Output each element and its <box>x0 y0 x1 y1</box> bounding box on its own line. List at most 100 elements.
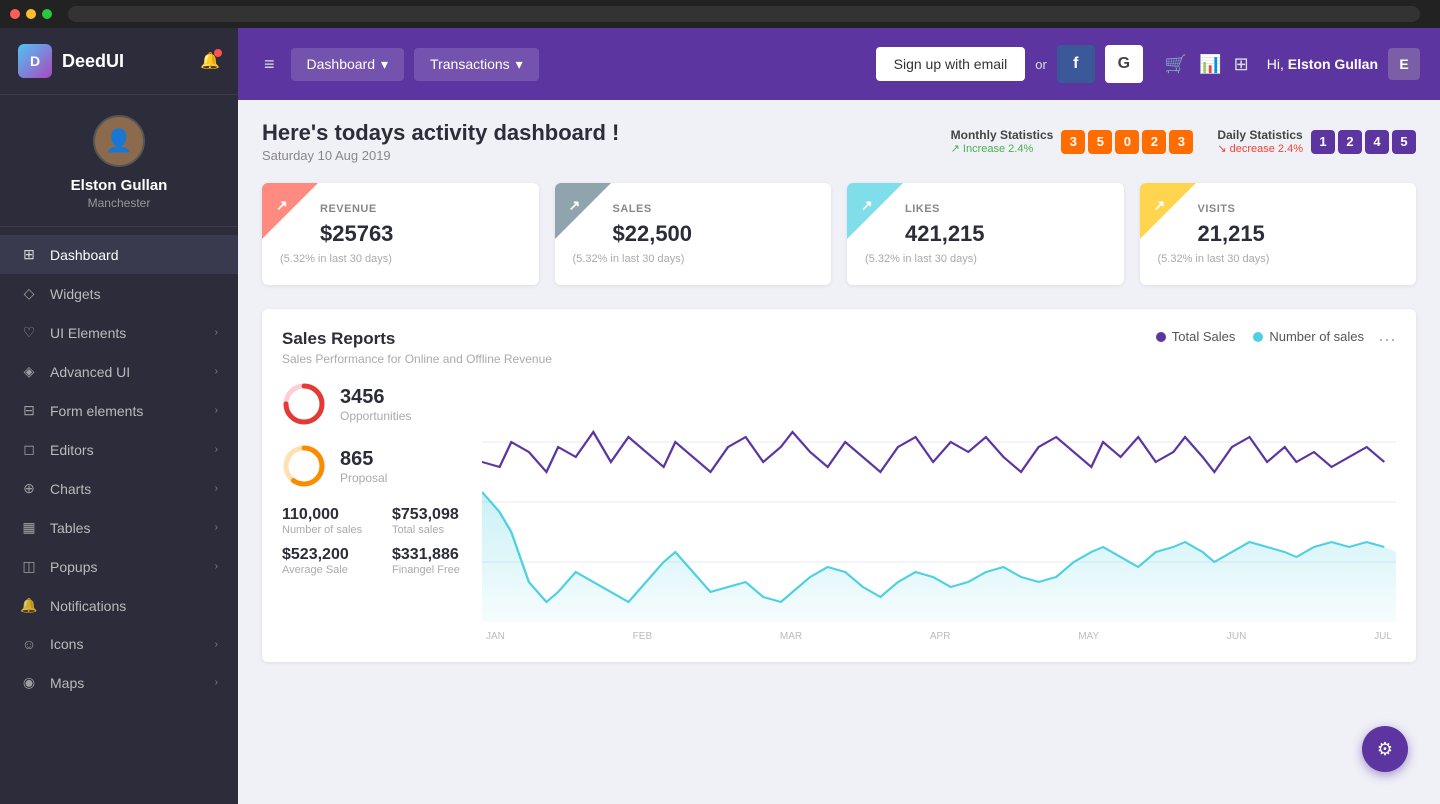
sidebar-item-maps[interactable]: ◉ Maps › <box>0 663 238 702</box>
sales-metric-main-opportunities: 3456 Opportunities <box>282 382 482 426</box>
nav-icon-tables: ▦ <box>20 519 38 536</box>
chevron-right-icon: › <box>215 561 218 572</box>
chevron-right-icon: › <box>215 366 218 377</box>
trend-arrow-visits: ↗ <box>1154 197 1166 214</box>
trend-up-icon: ↗ <box>951 143 960 155</box>
nav-icon-widgets: ◇ <box>20 285 38 302</box>
daily-stats-trend: ↘ decrease 2.4% <box>1217 142 1303 155</box>
sidebar-item-icons[interactable]: ☺ Icons › <box>0 625 238 663</box>
chart-x-label: JUL <box>1374 631 1392 642</box>
browser-url-bar <box>68 6 1420 22</box>
sidebar-city: Manchester <box>88 196 151 210</box>
sidebar-bell-button[interactable]: 🔔 <box>200 51 220 71</box>
app-container: D DeedUI 🔔 👤 Elston Gullan Manchester ⊞ … <box>0 28 1440 804</box>
sidebar-item-label: Maps <box>50 675 84 691</box>
chart-x-label: JUN <box>1227 631 1246 642</box>
browser-dot-red <box>10 9 20 19</box>
metric-sub-revenue: (5.32% in last 30 days) <box>280 253 521 265</box>
sidebar-item-dashboard[interactable]: ⊞ Dashboard <box>0 235 238 274</box>
dashboard-date: Saturday 10 Aug 2019 <box>262 148 951 163</box>
sidebar-item-ui-elements[interactable]: ♡ UI Elements › <box>0 313 238 352</box>
sidebar-item-label: Tables <box>50 520 90 536</box>
topbar-icon-group: 🛒 📊 ⊞ <box>1165 54 1249 75</box>
sales-more-options-button[interactable]: ··· <box>1378 329 1396 350</box>
transactions-nav-button[interactable]: Transactions ▾ <box>414 48 539 81</box>
sidebar-item-widgets[interactable]: ◇ Widgets <box>0 274 238 313</box>
google-icon: G <box>1118 55 1130 73</box>
topbar-user-avatar[interactable]: E <box>1388 48 1420 80</box>
sidebar-item-popups[interactable]: ◫ Popups › <box>0 547 238 586</box>
topbar-or-text: or <box>1035 57 1047 72</box>
browser-bar <box>0 0 1440 28</box>
daily-stats-digits: 1245 <box>1311 130 1416 154</box>
metric-name-opportunities: Opportunities <box>340 409 411 423</box>
legend-dot-cyan <box>1253 332 1263 342</box>
chevron-down-icon: ▾ <box>516 56 523 73</box>
chevron-right-icon: › <box>215 405 218 416</box>
bell-notification-dot <box>214 49 222 57</box>
donut-chart-proposal <box>282 444 326 488</box>
menu-toggle-button[interactable]: ≡ <box>258 48 281 81</box>
main-content: ≡ Dashboard ▾ Transactions ▾ Sign up wit… <box>238 28 1440 804</box>
sales-reports-title: Sales Reports <box>282 329 552 349</box>
metric-name-proposal: Proposal <box>340 471 387 485</box>
sidebar-item-editors[interactable]: ◻ Editors › <box>0 430 238 469</box>
chevron-down-icon: ▾ <box>381 56 388 73</box>
sidebar-item-charts[interactable]: ⊕ Charts › <box>0 469 238 508</box>
chart-x-label: JAN <box>486 631 505 642</box>
sidebar-item-advanced-ui[interactable]: ◈ Advanced UI › <box>0 352 238 391</box>
trend-down-icon: ↘ <box>1217 143 1226 155</box>
legend-total-sales: Total Sales <box>1156 329 1236 344</box>
sales-num-block: $523,200 Average Sale <box>282 546 372 576</box>
trend-arrow-revenue: ↗ <box>276 197 288 214</box>
metric-card-sales: ↗ SALES $22,500 (5.32% in last 30 days) <box>555 183 832 285</box>
stats-block: Monthly Statistics ↗ Increase 2.4% 35023… <box>951 128 1416 155</box>
sidebar-item-notifications[interactable]: 🔔 Notifications <box>0 586 238 625</box>
num-value: 110,000 <box>282 506 372 524</box>
daily-digit: 2 <box>1338 130 1362 154</box>
chevron-right-icon: › <box>215 522 218 533</box>
sales-chart <box>482 382 1396 622</box>
chart-icon[interactable]: 📊 <box>1199 54 1221 75</box>
dashboard-nav-button[interactable]: Dashboard ▾ <box>291 48 405 81</box>
browser-dot-green <box>42 9 52 19</box>
nav-icon-editors: ◻ <box>20 441 38 458</box>
signup-email-button[interactable]: Sign up with email <box>876 47 1026 81</box>
sidebar-item-form-elements[interactable]: ⊟ Form elements › <box>0 391 238 430</box>
sidebar-item-label: Widgets <box>50 286 101 302</box>
sidebar-user-section: 👤 Elston Gullan Manchester <box>0 95 238 227</box>
num-value: $523,200 <box>282 546 372 564</box>
facebook-login-button[interactable]: f <box>1057 45 1095 83</box>
monthly-digit: 2 <box>1142 130 1166 154</box>
metric-card-visits: ↗ VISITS 21,215 (5.32% in last 30 days) <box>1140 183 1417 285</box>
sales-reports-header: Sales Reports Sales Performance for Onli… <box>282 329 1396 366</box>
topbar: ≡ Dashboard ▾ Transactions ▾ Sign up wit… <box>238 28 1440 100</box>
daily-digit: 4 <box>1365 130 1389 154</box>
trend-arrow-likes: ↗ <box>861 197 873 214</box>
sidebar-item-label: Charts <box>50 481 91 497</box>
sidebar-item-label: Notifications <box>50 598 126 614</box>
sidebar-item-label: Popups <box>50 559 97 575</box>
metric-sub-sales: (5.32% in last 30 days) <box>573 253 814 265</box>
sidebar-item-label: Form elements <box>50 403 143 419</box>
sidebar-item-label: UI Elements <box>50 325 126 341</box>
monthly-digit: 3 <box>1061 130 1085 154</box>
nav-icon-maps: ◉ <box>20 674 38 691</box>
sales-metric-main-proposal: 865 Proposal <box>282 444 482 488</box>
chevron-right-icon: › <box>215 327 218 338</box>
dashboard-header: Here's todays activity dashboard ! Satur… <box>262 120 1416 163</box>
num-label: Average Sale <box>282 564 372 576</box>
page-title: Here's todays activity dashboard ! <box>262 120 951 146</box>
apps-icon[interactable]: ⊞ <box>1234 54 1249 75</box>
sales-metric-opportunities: 3456 Opportunities <box>282 382 482 426</box>
num-label: Number of sales <box>282 524 372 536</box>
daily-stats: Daily Statistics ↘ decrease 2.4% 1245 <box>1217 128 1416 155</box>
cart-icon[interactable]: 🛒 <box>1165 54 1187 75</box>
fab-settings-button[interactable]: ⚙ <box>1362 726 1408 772</box>
google-login-button[interactable]: G <box>1105 45 1143 83</box>
sidebar-item-tables[interactable]: ▦ Tables › <box>0 508 238 547</box>
sidebar-item-label: Advanced UI <box>50 364 130 380</box>
monthly-digit: 0 <box>1115 130 1139 154</box>
num-value: $753,098 <box>392 506 482 524</box>
sidebar-logo-text: DeedUI <box>62 51 124 72</box>
